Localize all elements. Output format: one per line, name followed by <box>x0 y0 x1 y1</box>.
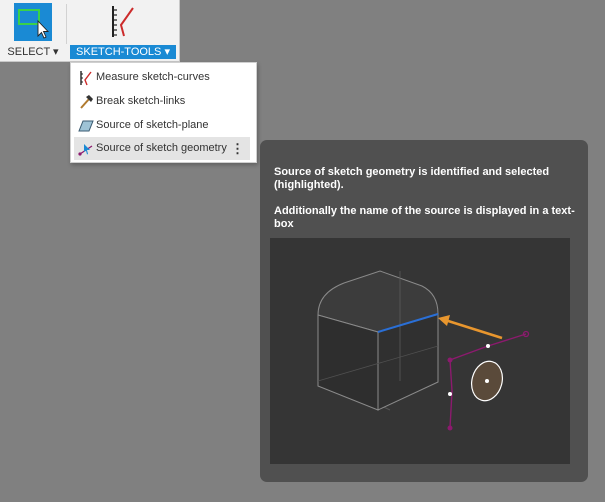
tooltip-preview-image <box>270 238 570 464</box>
select-dropdown-label[interactable]: SELECT ▾ <box>4 45 62 59</box>
sketch-tools-icon <box>112 6 134 37</box>
menu-item-measure-sketch-curves[interactable]: Measure sketch-curves <box>74 66 250 89</box>
tooltip-panel: Source of sketch geometry is identified … <box>260 140 588 482</box>
sketch-tools-group: SKETCH-TOOLS ▾ <box>68 0 178 61</box>
plane-icon <box>78 118 94 134</box>
select-tool-group: SELECT ▾ <box>0 0 66 61</box>
menu-item-label: Source of sketch geometry <box>96 142 227 154</box>
measure-curves-icon <box>78 70 94 86</box>
tooltip-description: Source of sketch geometry is identified … <box>274 166 550 191</box>
menu-item-source-of-sketch-geometry[interactable]: Source of sketch geometry ⋮ <box>74 137 250 160</box>
menu-item-label: Measure sketch-curves <box>96 71 210 83</box>
menu-item-label: Source of sketch-plane <box>96 119 209 131</box>
toolbar-divider <box>66 4 67 44</box>
menu-item-break-sketch-links[interactable]: Break sketch-links <box>74 90 250 113</box>
more-options-icon[interactable]: ⋮ <box>231 137 244 160</box>
hammer-icon <box>78 94 94 110</box>
sketch-tools-menu: Measure sketch-curves Break sketch-links… <box>70 62 257 163</box>
sketch-tools-button[interactable] <box>104 3 142 41</box>
select-icon <box>14 3 52 41</box>
select-button[interactable] <box>14 3 52 41</box>
menu-item-source-of-sketch-plane[interactable]: Source of sketch-plane <box>74 114 250 137</box>
tooltip-description-2: Additionally the name of the source is d… <box>274 205 575 230</box>
toolbar: SELECT ▾ SKETCH-TOOLS ▾ <box>0 0 180 62</box>
menu-item-label: Break sketch-links <box>96 95 186 107</box>
sketch-tools-dropdown-label[interactable]: SKETCH-TOOLS ▾ <box>70 45 176 59</box>
preview-illustration <box>317 270 530 431</box>
source-geometry-icon <box>78 141 94 157</box>
